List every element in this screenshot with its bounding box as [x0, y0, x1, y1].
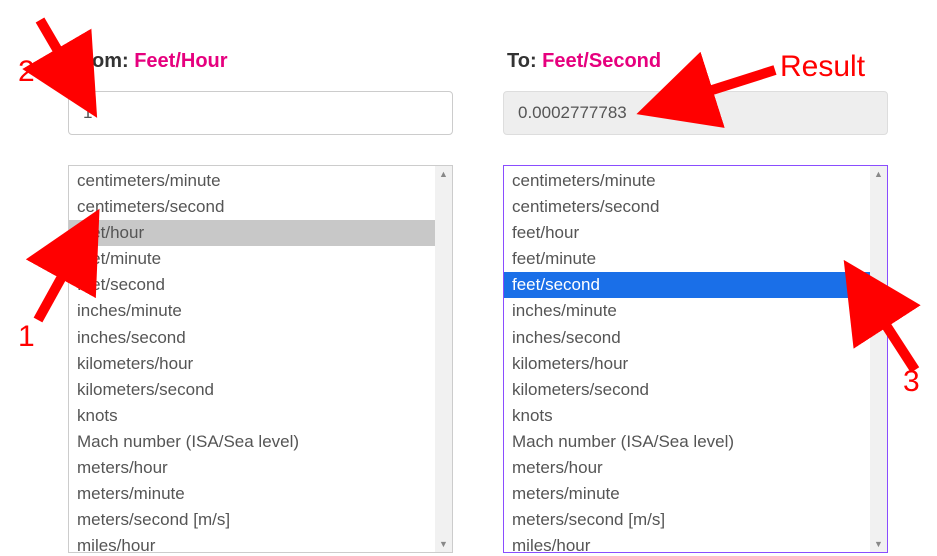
- unit-option[interactable]: knots: [504, 403, 870, 429]
- unit-option[interactable]: miles/hour: [69, 533, 435, 552]
- unit-option[interactable]: centimeters/second: [69, 194, 435, 220]
- unit-option[interactable]: feet/minute: [69, 246, 435, 272]
- scroll-up-icon[interactable]: ▲: [435, 166, 452, 182]
- unit-option[interactable]: meters/minute: [69, 481, 435, 507]
- unit-option[interactable]: miles/hour: [504, 533, 870, 552]
- unit-option[interactable]: meters/minute: [504, 481, 870, 507]
- to-value-output: [503, 91, 888, 135]
- unit-option[interactable]: inches/minute: [504, 298, 870, 324]
- from-unit-listbox[interactable]: centimeters/minutecentimeters/secondfeet…: [68, 165, 453, 553]
- scroll-down-icon[interactable]: ▼: [435, 536, 452, 552]
- to-options: centimeters/minutecentimeters/secondfeet…: [504, 166, 870, 552]
- to-label-prefix: To:: [507, 50, 542, 72]
- from-column: From: Feet/Hour centimeters/minutecentim…: [68, 50, 453, 553]
- from-label: From: Feet/Hour: [68, 50, 453, 73]
- unit-option[interactable]: kilometers/second: [69, 377, 435, 403]
- to-column: To: Feet/Second centimeters/minutecentim…: [503, 50, 888, 553]
- to-unit-listbox[interactable]: centimeters/minutecentimeters/secondfeet…: [503, 165, 888, 553]
- unit-option[interactable]: kilometers/second: [504, 377, 870, 403]
- unit-option[interactable]: feet/hour: [69, 220, 435, 246]
- unit-option[interactable]: kilometers/hour: [69, 351, 435, 377]
- unit-option[interactable]: kilometers/hour: [504, 351, 870, 377]
- unit-option[interactable]: inches/minute: [69, 298, 435, 324]
- unit-option[interactable]: meters/hour: [69, 455, 435, 481]
- unit-option[interactable]: meters/second [m/s]: [504, 507, 870, 533]
- from-label-prefix: From:: [72, 50, 134, 72]
- unit-option[interactable]: feet/hour: [504, 220, 870, 246]
- unit-option[interactable]: centimeters/minute: [504, 168, 870, 194]
- scroll-up-icon[interactable]: ▲: [870, 166, 887, 182]
- unit-option[interactable]: centimeters/second: [504, 194, 870, 220]
- from-scrollbar[interactable]: ▲ ▼: [435, 166, 452, 552]
- from-options: centimeters/minutecentimeters/secondfeet…: [69, 166, 435, 552]
- unit-option[interactable]: meters/hour: [504, 455, 870, 481]
- annotation-step-3: 3: [903, 365, 920, 399]
- unit-option[interactable]: centimeters/minute: [69, 168, 435, 194]
- unit-option[interactable]: feet/minute: [504, 246, 870, 272]
- unit-option[interactable]: Mach number (ISA/Sea level): [504, 429, 870, 455]
- scroll-down-icon[interactable]: ▼: [870, 536, 887, 552]
- to-scrollbar[interactable]: ▲ ▼: [870, 166, 887, 552]
- unit-option[interactable]: inches/second: [69, 325, 435, 351]
- annotation-step-2: 2: [18, 55, 35, 89]
- unit-option[interactable]: Mach number (ISA/Sea level): [69, 429, 435, 455]
- annotation-result: Result: [780, 50, 865, 84]
- unit-option[interactable]: feet/second: [69, 272, 435, 298]
- unit-option[interactable]: meters/second [m/s]: [69, 507, 435, 533]
- unit-option[interactable]: feet/second: [504, 272, 870, 298]
- to-unit: Feet/Second: [542, 50, 661, 72]
- from-unit: Feet/Hour: [134, 50, 227, 72]
- annotation-step-1: 1: [18, 320, 35, 354]
- unit-option[interactable]: inches/second: [504, 325, 870, 351]
- unit-option[interactable]: knots: [69, 403, 435, 429]
- from-value-input[interactable]: [68, 91, 453, 135]
